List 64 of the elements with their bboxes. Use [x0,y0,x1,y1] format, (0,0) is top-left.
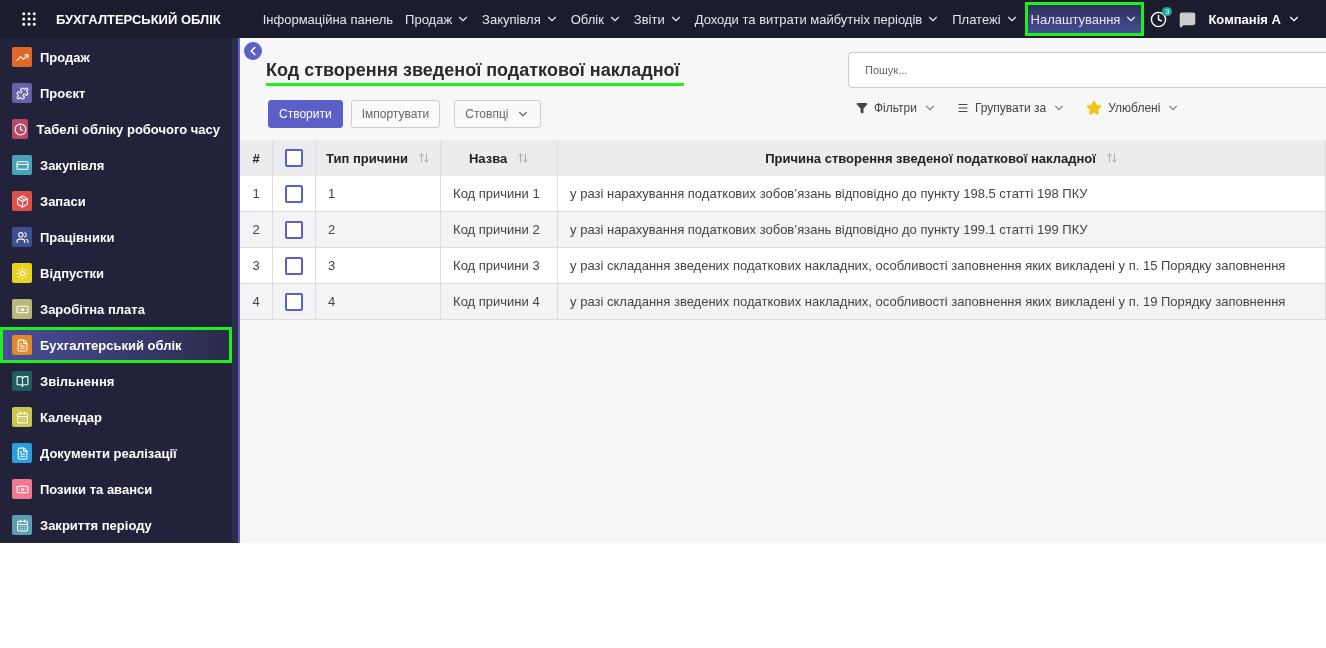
sidebar-item[interactable]: Продаж [0,39,232,75]
sidebar-item[interactable]: Звільнення [0,363,232,399]
sidebar-item[interactable]: Проєкт [0,75,232,111]
filter-icon[interactable] [856,102,868,114]
column-header[interactable]: Назва [440,140,558,176]
column-header: # [240,140,273,176]
select-all-checkbox[interactable] [285,149,303,167]
row-checkbox[interactable] [285,292,303,311]
sidebar-item[interactable]: Відпустки [0,255,232,291]
table-cell: 1 [315,176,441,212]
menu-item[interactable]: Звіти [627,2,689,36]
table-cell: Код причини 2 [440,211,558,248]
row-checkbox[interactable] [285,184,303,203]
table-cell: у разі складання зведених податкових накладних, особливості заповнення яких викладені у п. 19 Порядку заповнення [557,283,1326,320]
table-cell: 2 [315,211,441,248]
menu-item[interactable]: Облік [564,2,628,36]
sidebar-item[interactable]: Календар [0,399,232,435]
create-button[interactable]: Створити [268,100,343,128]
company-menu[interactable]: Компанія А [1208,11,1301,27]
sidebar-item[interactable]: Заробітна плата [0,291,232,327]
table-cell: Код причини 1 [440,176,558,212]
row-number: 4 [240,283,273,320]
back-icon[interactable] [244,42,262,60]
menu-item[interactable]: Закупівля [476,2,565,36]
menu-item[interactable]: Продаж [399,2,477,36]
menu-item[interactable]: Інформаційна панель [256,2,400,36]
table-cell: Код причини 4 [440,283,558,320]
sidebar-item[interactable]: Документи реалізації [0,435,232,471]
page-title: Код створення зведеної податкової накладної [266,60,684,86]
table-cell: Код причини 3 [440,247,558,284]
filter-dropdown[interactable]: Групувати за [957,100,1067,116]
menu-item[interactable]: Налаштування [1024,2,1145,36]
table-cell: 3 [315,247,441,284]
app-title: БУХГАЛТЕРСЬКИЙ ОБЛІК [56,11,221,27]
table-cell: 4 [315,283,441,320]
columns-dropdown[interactable]: Стовпці [454,100,542,128]
table-cell: у разі складання зведених податкових накладних, особливості заповнення яких викладені у п. 15 Порядку заповнення [557,247,1326,284]
chat-icon[interactable] [1179,10,1197,28]
sidebar-item[interactable]: Табелі обліку робочого часу [0,111,232,147]
row-number: 2 [240,211,273,248]
filter-dropdown[interactable]: Фільтри [856,100,937,116]
row-number: 3 [240,247,273,284]
apps-menu-icon[interactable] [20,10,38,28]
list-icon[interactable] [957,102,969,114]
table-cell: у разі нарахування податкових зобов’язань відповідно до пункту 199.1 статті 199 ПКУ [557,211,1326,248]
sidebar-item[interactable]: Закриття періоду [0,507,232,543]
row-number: 1 [240,176,273,212]
sidebar-item[interactable]: Позики та аванси [0,471,232,507]
table-cell: у разі нарахування податкових зобов’язань відповідно до пункту 198.5 статті 198 ПКУ [557,176,1326,212]
sidebar-item[interactable]: Закупівля [0,147,232,183]
import-button[interactable]: Імпортувати [350,100,441,128]
menu-item[interactable]: Платежі [946,2,1025,36]
notification-badge: 3 [1161,6,1173,16]
column-header[interactable]: Тип причини [315,140,441,176]
row-checkbox[interactable] [285,256,303,275]
sidebar-item[interactable]: Запаси [0,183,232,219]
sidebar-item[interactable]: Працівники [0,219,232,255]
row-checkbox[interactable] [285,220,303,239]
sidebar-item[interactable]: Бухгалтерський облік [0,327,232,363]
search-field[interactable]: Пошук... [848,52,1326,88]
star-icon[interactable] [1086,100,1103,116]
filter-dropdown[interactable]: Улюблені [1086,100,1181,116]
menu-item[interactable]: Доходи та витрати майбутніх періодів [688,2,947,36]
column-header[interactable]: Причина створення зведеної податкової накладної [557,140,1326,176]
